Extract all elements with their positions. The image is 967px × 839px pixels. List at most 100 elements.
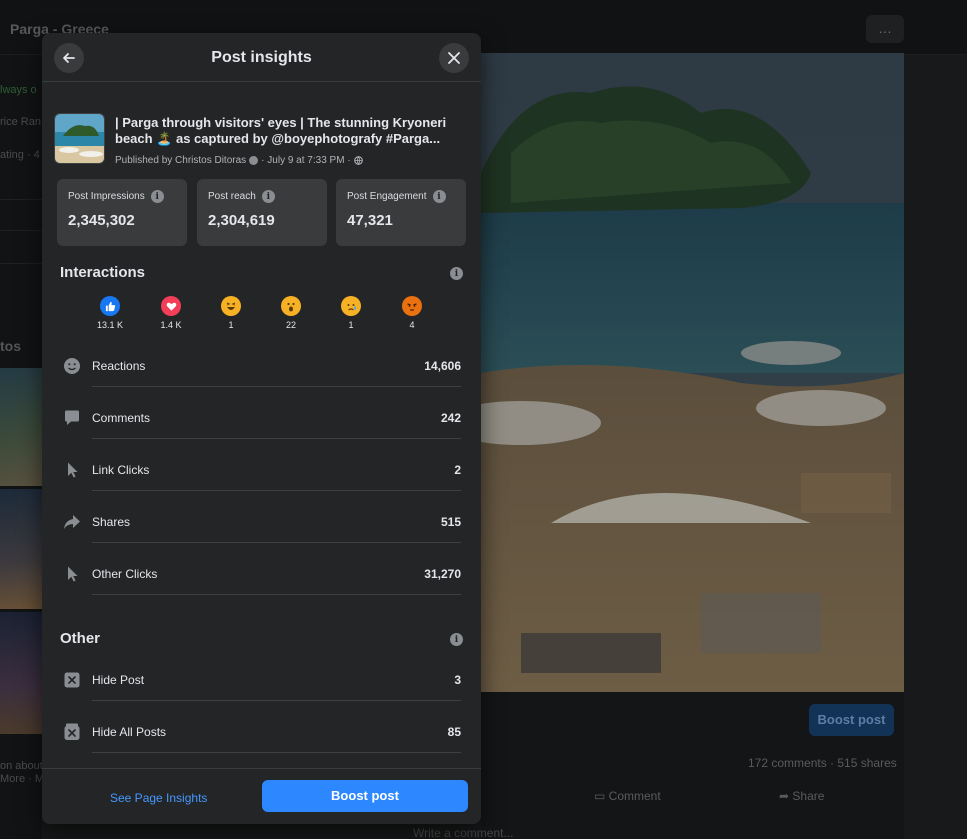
metric-row-hide-post: Hide Post 3 (60, 670, 461, 722)
background-post-counts[interactable]: 172 comments · 515 shares (748, 756, 897, 770)
globe-icon (353, 156, 363, 165)
divider (92, 386, 461, 387)
dialog-title: Post insights (211, 49, 312, 66)
wow-icon (281, 296, 301, 316)
background-boost-button[interactable]: Boost post (809, 704, 894, 736)
stat-value: 2,304,619 (208, 212, 275, 229)
comment-icon (62, 408, 82, 428)
reaction-wow[interactable]: 22 (276, 296, 306, 331)
share-icon (62, 512, 82, 532)
divider (92, 752, 461, 753)
post-title-line: | Parga through visitors' eyes | The stu… (115, 115, 447, 130)
post-title-line: beach 🏝️ as captured by @boyephotografy … (115, 131, 441, 146)
background-comment-button[interactable]: ▭ Comment (594, 789, 661, 803)
metric-label: Reactions (92, 359, 146, 373)
metric-label: Shares (92, 515, 131, 529)
reaction-count: 1 (348, 320, 354, 330)
info-icon[interactable]: i (450, 267, 463, 280)
post-author[interactable]: Published by Christos Ditoras (115, 155, 246, 166)
metric-row-link-clicks: Link Clicks 2 (60, 460, 461, 512)
background-photo-thumb[interactable] (0, 612, 42, 734)
background-comment-input[interactable]: Write a comment... (413, 826, 513, 839)
background-photo-thumb[interactable] (0, 489, 42, 609)
reaction-count: 4 (409, 320, 415, 330)
background-left-text: lways o (0, 84, 37, 96)
stat-value: 2,345,302 (68, 212, 135, 229)
metric-value: 242 (440, 411, 461, 425)
reaction-sad[interactable]: 1 (336, 296, 366, 331)
stat-value: 47,321 (347, 212, 393, 229)
other-heading: Other (60, 630, 101, 647)
post-insights-dialog: Post insights | Parga through visitors' … (42, 33, 481, 824)
post-date[interactable]: · July 9 at 7:33 PM · (261, 155, 350, 166)
post-thumbnail[interactable] (54, 113, 105, 164)
background-left-text: on about (0, 760, 43, 772)
metric-label: Comments (92, 411, 151, 425)
metric-label: Hide All Posts (92, 725, 167, 739)
cursor-icon (62, 564, 82, 584)
background-left-column: lways o rice Ran ating · 4 tos on about … (0, 55, 44, 839)
interactions-heading: Interactions (60, 264, 146, 281)
comment-icon: ▭ (594, 789, 609, 803)
angry-icon (402, 296, 422, 316)
divider (92, 438, 461, 439)
reaction-count: 1.4 K (160, 320, 182, 330)
like-icon (100, 296, 120, 316)
post-thumbnail-image (55, 114, 104, 163)
metric-row-hide-all-posts: Hide All Posts 85 (60, 722, 461, 774)
divider (92, 700, 461, 701)
haha-icon (221, 296, 241, 316)
background-left-text[interactable]: More · M (0, 773, 44, 785)
post-preview[interactable]: | Parga through visitors' eyes | The stu… (54, 113, 469, 173)
background-left-text: rice Ran (0, 116, 41, 128)
boost-post-button[interactable]: Boost post (262, 780, 468, 812)
more-options-icon[interactable]: … (866, 15, 904, 43)
cursor-icon (62, 460, 82, 480)
metric-row-shares: Shares 515 (60, 512, 461, 564)
reaction-haha[interactable]: 1 (216, 296, 246, 331)
stat-card-engagement: Post Engagement i 47,321 (336, 179, 466, 246)
dialog-header: Post insights (42, 33, 481, 82)
stat-card-reach: Post reach i 2,304,619 (197, 179, 327, 246)
divider (92, 542, 461, 543)
metric-label: Hide Post (92, 673, 145, 687)
background-photo-thumb[interactable] (0, 368, 42, 486)
metric-value: 31,270 (424, 567, 461, 581)
background-comment-label: Comment (608, 789, 661, 803)
info-icon[interactable]: i (261, 190, 275, 203)
love-icon (161, 296, 181, 316)
divider (92, 594, 461, 595)
sad-icon (341, 296, 361, 316)
metric-value: 2 (454, 463, 461, 477)
metric-label: Other Clicks (92, 567, 158, 581)
background-share-button[interactable]: ➦ Share (779, 789, 824, 803)
info-icon[interactable]: i (432, 190, 446, 203)
see-page-insights-link[interactable]: See Page Insights (110, 791, 207, 805)
close-button[interactable] (439, 43, 469, 73)
metric-row-other-clicks: Other Clicks 31,270 (60, 564, 461, 616)
reaction-count: 13.1 K (96, 320, 124, 330)
background-photos-heading: tos (0, 338, 21, 354)
metric-row-reactions: Reactions 14,606 (60, 356, 461, 408)
background-post-photo[interactable] (481, 53, 904, 692)
dialog-footer: See Page Insights Boost post (42, 768, 481, 824)
reaction-count: 1 (228, 320, 234, 330)
info-icon[interactable]: i (450, 633, 463, 646)
reaction-angry[interactable]: 4 (397, 296, 427, 331)
background-share-label: Share (792, 789, 825, 803)
reaction-love[interactable]: 1.4 K (156, 296, 186, 331)
close-icon (448, 52, 460, 64)
reaction-like[interactable]: 13.1 K (95, 296, 125, 331)
post-title[interactable]: | Parga through visitors' eyes | The stu… (115, 115, 465, 147)
verified-icon (249, 156, 259, 165)
smiley-icon (62, 356, 82, 376)
metric-value: 3 (454, 673, 461, 687)
hide-all-icon (62, 722, 82, 742)
info-icon[interactable]: i (150, 190, 164, 203)
hide-icon (62, 670, 82, 690)
beach-photo-image (481, 53, 904, 692)
divider (92, 490, 461, 491)
metric-value: 85 (447, 725, 461, 739)
share-icon: ➦ (779, 789, 793, 803)
metric-value: 14,606 (424, 359, 461, 373)
